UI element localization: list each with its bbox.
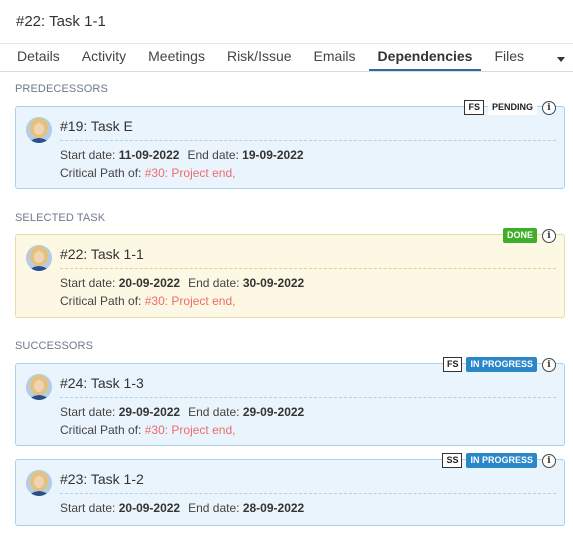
task-dates: Start date: 20-09-2022 End date: 28-09-20… — [60, 501, 304, 515]
critical-path: Critical Path of: #30: Project end, — [60, 166, 235, 180]
start-date-value: 20-09-2022 — [118, 276, 181, 290]
card-badges: FS IN PROGRESS i — [442, 357, 556, 372]
end-date-label: End date: — [188, 276, 240, 290]
start-date-value: 11-09-2022 — [118, 148, 180, 162]
end-date-value: 19-09-2022 — [242, 148, 304, 162]
end-date-value: 28-09-2022 — [242, 501, 305, 515]
info-icon[interactable]: i — [542, 100, 556, 115]
critical-path-label: Critical Path of: — [60, 294, 142, 308]
tabs-more-dropdown-icon[interactable] — [557, 57, 565, 62]
avatar — [26, 245, 52, 271]
end-date-value: 30-09-2022 — [242, 276, 305, 290]
tab-files[interactable]: Files — [485, 48, 533, 71]
avatar — [26, 374, 52, 400]
tab-dependencies[interactable]: Dependencies — [368, 48, 482, 71]
dependency-card-selected[interactable]: DONE i #22: Task 1-1 Start date: 20-09-2… — [15, 228, 565, 318]
critical-path-label: Critical Path of: — [60, 166, 142, 180]
divider — [60, 268, 556, 269]
dependency-card-predecessor[interactable]: FS PENDING i #19: Task E Start date: 11-… — [15, 100, 565, 189]
dependency-type-badge: SS — [442, 453, 463, 468]
status-badge: IN PROGRESS — [466, 453, 537, 468]
tab-activity[interactable]: Activity — [73, 48, 135, 71]
start-date-label: Start date: — [60, 405, 116, 419]
avatar — [26, 470, 52, 496]
info-icon[interactable]: i — [542, 453, 556, 468]
card-badges: DONE i — [502, 228, 556, 243]
avatar — [26, 117, 52, 143]
page-title: #22: Task 1-1 — [16, 13, 106, 30]
critical-path-link[interactable]: #30: Project end, — [145, 166, 236, 180]
end-date-label: End date: — [187, 148, 239, 162]
status-badge: PENDING — [487, 100, 537, 115]
status-badge: DONE — [502, 228, 537, 243]
start-date-label: Start date: — [60, 276, 116, 290]
critical-path-link[interactable]: #30: Project end, — [145, 423, 236, 437]
tab-emails[interactable]: Emails — [305, 48, 365, 71]
info-icon[interactable]: i — [542, 357, 556, 372]
divider — [60, 140, 556, 141]
dependency-card-successor[interactable]: SS IN PROGRESS i #23: Task 1-2 Start dat… — [15, 453, 565, 526]
end-date-label: End date: — [188, 405, 240, 419]
task-title[interactable]: #22: Task 1-1 — [60, 246, 144, 262]
section-title-selected: SELECTED TASK — [15, 212, 106, 224]
dependency-type-badge: FS — [442, 357, 463, 372]
task-dates: Start date: 11-09-2022 End date: 19-09-20… — [60, 148, 304, 162]
task-title[interactable]: #19: Task E — [60, 118, 133, 134]
card-badges: SS IN PROGRESS i — [442, 453, 556, 468]
task-title[interactable]: #23: Task 1-2 — [60, 471, 144, 487]
start-date-value: 29-09-2022 — [118, 405, 181, 419]
task-dates: Start date: 20-09-2022 End date: 30-09-20… — [60, 276, 304, 290]
critical-path-label: Critical Path of: — [60, 423, 142, 437]
card-badges: FS PENDING i — [464, 100, 556, 115]
critical-path: Critical Path of: #30: Project end, — [60, 423, 235, 437]
tab-bar: Details Activity Meetings Risk/Issue Ema… — [0, 44, 573, 72]
dependency-type-badge: FS — [464, 100, 484, 115]
end-date-value: 29-09-2022 — [242, 405, 305, 419]
start-date-value: 20-09-2022 — [118, 501, 181, 515]
tab-risk-issue[interactable]: Risk/Issue — [218, 48, 301, 71]
end-date-label: End date: — [188, 501, 240, 515]
task-title[interactable]: #24: Task 1-3 — [60, 375, 144, 391]
info-icon[interactable]: i — [542, 228, 556, 243]
divider — [60, 493, 556, 494]
tab-details[interactable]: Details — [8, 48, 69, 71]
tab-meetings[interactable]: Meetings — [139, 48, 214, 71]
start-date-label: Start date: — [60, 501, 116, 515]
task-header: #22: Task 1-1 — [0, 0, 573, 44]
divider — [60, 397, 556, 398]
section-title-successors: SUCCESSORS — [15, 340, 94, 352]
task-dates: Start date: 29-09-2022 End date: 29-09-20… — [60, 405, 304, 419]
status-badge: IN PROGRESS — [466, 357, 537, 372]
critical-path: Critical Path of: #30: Project end, — [60, 294, 235, 308]
critical-path-link[interactable]: #30: Project end, — [145, 294, 236, 308]
dependency-card-successor[interactable]: FS IN PROGRESS i #24: Task 1-3 Start dat… — [15, 357, 565, 446]
start-date-label: Start date: — [60, 148, 116, 162]
section-title-predecessors: PREDECESSORS — [15, 83, 108, 95]
